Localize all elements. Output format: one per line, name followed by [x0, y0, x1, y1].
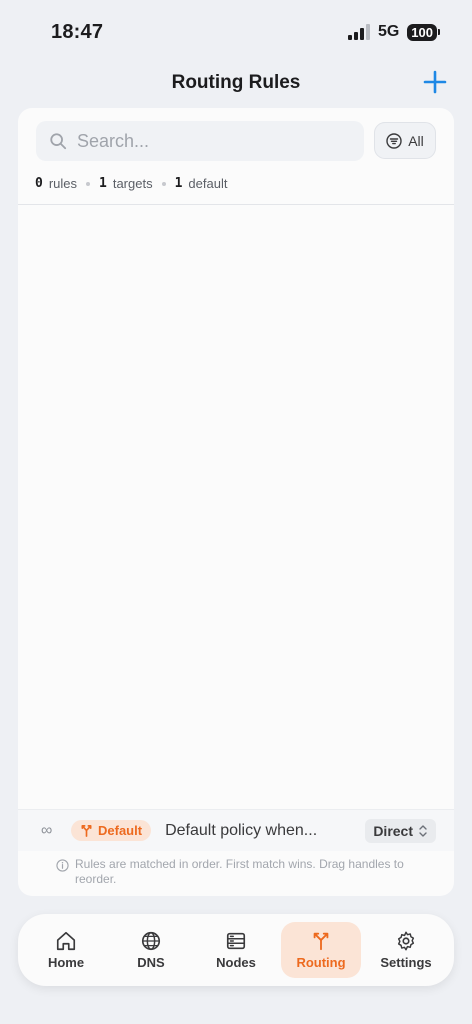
filter-icon: [386, 132, 402, 149]
add-rule-button[interactable]: [420, 68, 450, 98]
tab-label: Settings: [380, 955, 432, 970]
gear-icon: [397, 931, 415, 951]
rules-list: [18, 205, 454, 809]
status-bar: 18:47 5G 100: [0, 0, 472, 62]
stat-separator: [161, 181, 166, 186]
tab-label: Routing: [296, 955, 346, 970]
footnote-text: Rules are matched in order. First match …: [75, 857, 404, 886]
default-policy-select[interactable]: Direct: [365, 818, 436, 843]
tab-nodes[interactable]: Nodes: [196, 922, 276, 978]
tab-label: Home: [47, 955, 85, 970]
targets-count: 1: [99, 176, 107, 191]
nav-header: Routing Rules: [0, 62, 472, 106]
page-title: Routing Rules: [171, 72, 301, 93]
stat-separator: [86, 181, 91, 186]
search-input[interactable]: [77, 130, 337, 152]
routing-icon: [81, 825, 92, 837]
info-icon: [56, 859, 69, 872]
targets-label: targets: [112, 176, 153, 191]
default-badge: Default: [71, 820, 152, 841]
tab-label: DNS: [137, 955, 165, 970]
network-type: 5G: [377, 23, 400, 40]
plus-icon: [423, 70, 447, 93]
rules-count: 0: [35, 176, 43, 191]
status-indicators: 5G 100: [347, 23, 440, 41]
default-policy-value: Direct: [373, 822, 413, 839]
routing-icon: [313, 932, 329, 951]
rule-stats: 0 rules 1 targets 1 default: [35, 176, 227, 191]
routing-rules-screen: 18:47 5G 100 Routing Rules All: [0, 0, 472, 1024]
default-count: 1: [174, 176, 183, 191]
tab-settings[interactable]: Settings: [366, 922, 446, 978]
search-icon: [50, 133, 67, 150]
rules-label: rules: [48, 176, 78, 191]
battery-icon: 100: [407, 23, 440, 41]
footnote: Rules are matched in order. First match …: [56, 857, 424, 887]
status-time: 18:47: [51, 21, 104, 43]
default-rule-row[interactable]: ∞ Default Default policy when... Direct: [18, 809, 454, 851]
chevron-up-down-icon: [419, 824, 427, 837]
default-badge-label: Default: [98, 823, 143, 838]
search-row: All: [36, 121, 436, 161]
default-label: default: [188, 176, 228, 191]
tab-dns[interactable]: DNS: [111, 922, 191, 978]
filter-button[interactable]: All: [374, 122, 436, 159]
tab-home[interactable]: Home: [26, 922, 106, 978]
tab-routing[interactable]: Routing: [281, 922, 361, 978]
cellular-signal-icon: [347, 24, 370, 40]
battery-level: 100: [407, 23, 437, 41]
search-box[interactable]: [36, 121, 364, 161]
rules-card: All 0 rules 1 targets 1 default ∞ Defaul…: [18, 108, 454, 896]
home-icon: [56, 931, 76, 951]
filter-label: All: [408, 132, 424, 149]
server-icon: [226, 932, 246, 950]
tab-label: Nodes: [216, 955, 256, 970]
default-rule-description: Default policy when...: [165, 821, 318, 839]
tab-bar: Home DNS Nodes Routing Settings: [18, 914, 454, 986]
infinity-icon: ∞: [41, 821, 53, 839]
globe-icon: [141, 931, 161, 951]
